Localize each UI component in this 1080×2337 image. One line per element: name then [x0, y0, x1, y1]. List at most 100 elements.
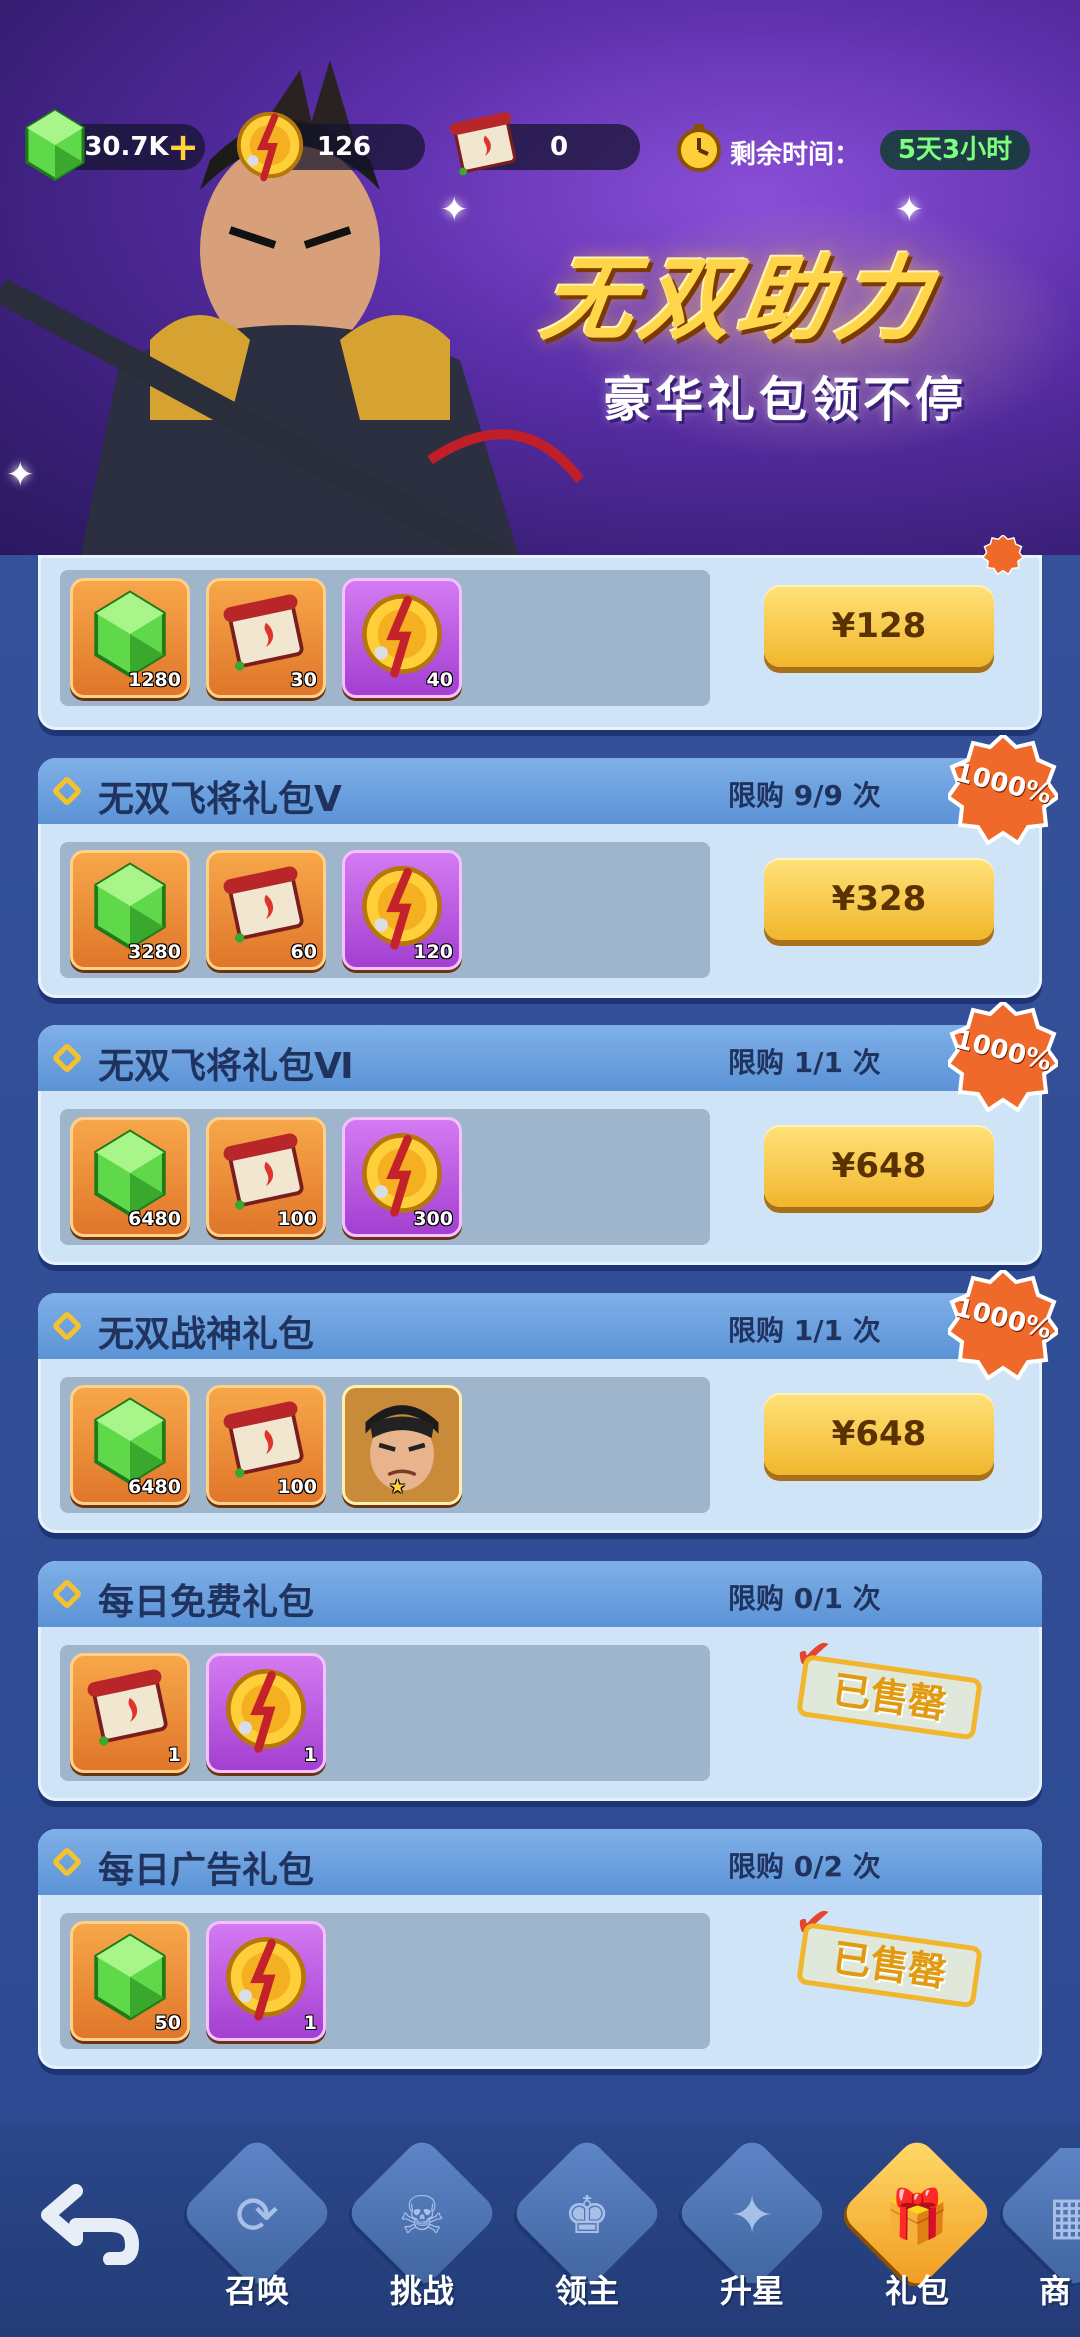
tab-summon[interactable]: ⟳ 召唤 [179, 2135, 335, 2328]
tab-label: 召唤 [224, 2272, 289, 2310]
reward-item[interactable]: 100 [206, 1385, 326, 1505]
diamond-icon [51, 775, 83, 807]
pack-header: 无双飞将礼包Ⅴ 限购 9/9 次 [38, 758, 1042, 824]
sparkle-icon: ✦ [895, 190, 924, 230]
coin-icon [219, 1930, 313, 2024]
tab-label: 商 [1038, 2272, 1071, 2310]
banner-title: 无双助力 [535, 246, 943, 353]
sparkle-icon: ✦ [440, 190, 469, 230]
tab-label: 领主 [554, 2272, 619, 2310]
gem-icon [83, 1930, 177, 2024]
reward-item[interactable]: 30 [206, 578, 326, 698]
reward-item[interactable]: 1 [206, 1921, 326, 2041]
purchase-limit: 限购 1/1 次 [728, 1314, 881, 1347]
pack-title: 每日广告礼包 [98, 1850, 315, 1891]
star-wing-icon: ✦ [730, 2186, 774, 2246]
reward-item[interactable]: ★ [342, 1385, 462, 1505]
pack-header: 无双战神礼包 限购 1/1 次 [38, 1293, 1042, 1359]
purchase-limit: 限购 0/1 次 [728, 1582, 881, 1615]
coin-icon [355, 1126, 449, 1220]
add-gems-button[interactable]: + [167, 126, 199, 168]
scroll-icon [219, 587, 313, 681]
tab-shop[interactable]: ▦ 商 [1000, 2148, 1080, 2328]
sold-out-label: 已售罄 [796, 1654, 983, 1741]
pack-card: 每日广告礼包 限购 0/2 次 50 1 ✔ 已售罄 [38, 1829, 1042, 2069]
sold-out-label: 已售罄 [796, 1922, 983, 2009]
discount-badge: 1000% [945, 999, 1061, 1113]
star-icon: ★ [389, 1476, 407, 1498]
coin-icon [219, 1662, 313, 1756]
reward-item[interactable]: 50 [70, 1921, 190, 2041]
gem-icon [83, 859, 177, 953]
banner-subtitle: 豪华礼包领不停 [602, 372, 967, 428]
reward-item[interactable]: 1 [206, 1653, 326, 1773]
gem-counter[interactable]: 30.7K + [30, 124, 205, 170]
reward-item[interactable]: 100 [206, 1117, 326, 1237]
tab-lord[interactable]: ♚ 领主 [509, 2135, 665, 2328]
sold-out-stamp: ✔ 已售罄 [785, 1895, 1005, 2019]
items-well: 1280 30 40 [60, 570, 710, 706]
reward-item[interactable]: 6480 [70, 1385, 190, 1505]
pack-card: 无双飞将礼包Ⅵ 限购 1/1 次 6480 100 300 ¥648 [38, 1025, 1042, 1265]
tab-label: 升星 [719, 2272, 784, 2310]
pack-card: 1280 30 40 ¥128 [38, 555, 1042, 730]
scroll-icon [219, 1394, 313, 1488]
scroll-icon [219, 1126, 313, 1220]
diamond-icon [51, 1578, 83, 1610]
sparkle-icon: ✦ [6, 455, 35, 495]
reward-item[interactable]: 120 [342, 850, 462, 970]
items-well: 50 1 [60, 1913, 710, 2049]
pack-title: 无双飞将礼包Ⅴ [98, 779, 342, 820]
purchase-limit: 限购 1/1 次 [728, 1046, 881, 1079]
crown-icon: ♚ [563, 2186, 611, 2246]
items-well: 6480 100 300 [60, 1109, 710, 1245]
pack-list[interactable]: 1280 30 40 ¥128 无双飞将礼包Ⅴ 限购 9/9 次 3280 60… [0, 535, 1080, 2125]
purchase-limit: 限购 9/9 次 [728, 779, 881, 812]
timer-value: 5天3小时 [880, 130, 1030, 170]
diamond-icon [51, 1846, 83, 1878]
pack-card: 每日免费礼包 限购 0/1 次 1 1 ✔ 已售罄 [38, 1561, 1042, 1801]
scroll-counter: 0 [460, 124, 640, 170]
tab-challenge[interactable]: ☠ 挑战 [344, 2135, 500, 2328]
scroll-icon [83, 1662, 177, 1756]
pack-header: 无双飞将礼包Ⅵ 限购 1/1 次 [38, 1025, 1042, 1091]
reward-item[interactable]: 6480 [70, 1117, 190, 1237]
items-well: 1 1 [60, 1645, 710, 1781]
pack-title: 无双战神礼包 [98, 1314, 315, 1355]
purchase-limit: 限购 0/2 次 [728, 1850, 881, 1883]
event-banner: ✦ ✦ ✦ 无双助力 豪华礼包领不停 [0, 0, 1080, 560]
pack-card: 无双飞将礼包Ⅴ 限购 9/9 次 3280 60 120 ¥328 [38, 758, 1042, 998]
back-arrow-icon[interactable] [40, 2175, 150, 2265]
coin-count: 126 [316, 132, 372, 162]
reward-item[interactable]: 300 [342, 1117, 462, 1237]
buy-button[interactable]: ¥648 [764, 1393, 994, 1475]
tab-upgrade-star[interactable]: ✦ 升星 [674, 2135, 830, 2328]
gem-icon [83, 1126, 177, 1220]
shop-icon: ▦ [1048, 2186, 1080, 2246]
reward-item[interactable]: 60 [206, 850, 326, 970]
pack-title: 每日免费礼包 [98, 1582, 315, 1623]
buy-button[interactable]: ¥128 [764, 585, 994, 667]
scroll-icon [219, 859, 313, 953]
discount-badge [981, 535, 1025, 575]
buy-button[interactable]: ¥648 [764, 1125, 994, 1207]
pack-card: 无双战神礼包 限购 1/1 次 6480 100 ★ ¥648 [38, 1293, 1042, 1533]
diamond-icon [51, 1042, 83, 1074]
tab-gift-pack[interactable]: 🎁 礼包 [839, 2135, 995, 2328]
reward-item[interactable]: 3280 [70, 850, 190, 970]
reward-item[interactable]: 1280 [70, 578, 190, 698]
items-well: 6480 100 ★ [60, 1377, 710, 1513]
diamond-icon [51, 1310, 83, 1342]
coin-counter: 126 [245, 124, 425, 170]
gem-icon [83, 1394, 177, 1488]
discount-badge: 1000% [945, 1267, 1061, 1381]
pack-header: 每日广告礼包 限购 0/2 次 [38, 1829, 1042, 1895]
gift-icon: 🎁 [884, 2187, 950, 2247]
tab-label: 礼包 [884, 2272, 949, 2310]
summon-icon: ⟳ [235, 2186, 279, 2246]
timer-label: 剩余时间： [730, 140, 861, 170]
reward-item[interactable]: 40 [342, 578, 462, 698]
tab-label: 挑战 [389, 2272, 454, 2310]
buy-button[interactable]: ¥328 [764, 858, 994, 940]
reward-item[interactable]: 1 [70, 1653, 190, 1773]
